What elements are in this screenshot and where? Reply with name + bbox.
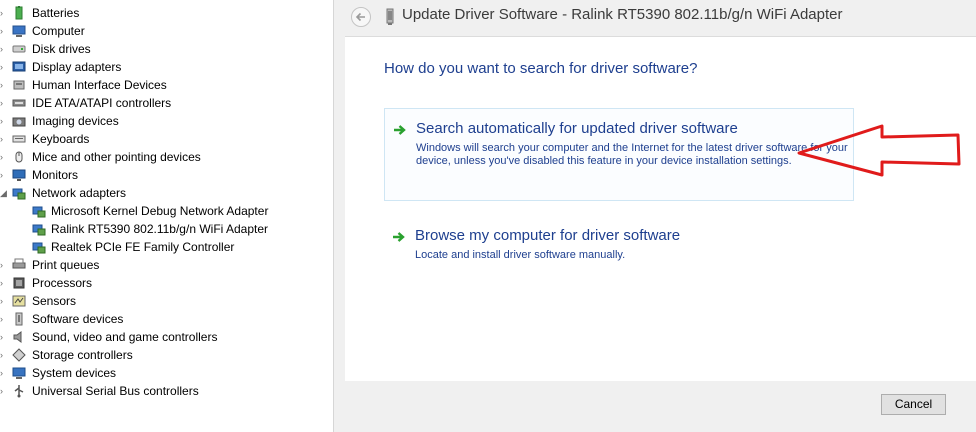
expand-arrow-icon[interactable]: › bbox=[0, 346, 10, 364]
option-description: Locate and install driver software manua… bbox=[415, 249, 626, 261]
mouse-icon bbox=[12, 150, 26, 164]
expand-arrow-icon[interactable]: › bbox=[0, 382, 10, 400]
software-device-icon bbox=[12, 312, 26, 326]
tree-item-label: Universal Serial Bus controllers bbox=[32, 384, 199, 398]
dialog-question: How do you want to search for driver sof… bbox=[384, 60, 698, 77]
expand-arrow-icon[interactable]: › bbox=[0, 148, 10, 166]
back-arrow-icon bbox=[355, 12, 365, 22]
dialog-title: Update Driver Software - Ralink RT5390 8… bbox=[402, 6, 843, 23]
tree-item-label: Storage controllers bbox=[32, 348, 133, 362]
tree-item-label: Software devices bbox=[32, 312, 124, 326]
storage-controller-icon bbox=[12, 348, 26, 362]
tree-item-label: Ralink RT5390 802.11b/g/n WiFi Adapter bbox=[51, 222, 269, 236]
tree-item-label: Realtek PCIe FE Family Controller bbox=[51, 240, 235, 254]
tree-item-label: Imaging devices bbox=[32, 114, 119, 128]
network-adapter-icon bbox=[32, 240, 46, 254]
option-description: Windows will search your computer and th… bbox=[416, 142, 848, 167]
network-adapter-icon bbox=[12, 186, 26, 200]
green-arrow-icon bbox=[392, 230, 406, 248]
display-adapter-icon bbox=[12, 60, 26, 74]
expand-arrow-icon[interactable]: › bbox=[0, 364, 10, 382]
cancel-button[interactable]: Cancel bbox=[881, 394, 946, 415]
dialog-title-bar: Update Driver Software - Ralink RT5390 8… bbox=[342, 0, 976, 36]
browse-computer-option[interactable]: Browse my computer for driver software L… bbox=[384, 215, 854, 271]
expand-arrow-icon[interactable]: › bbox=[0, 40, 10, 58]
ide-controller-icon bbox=[12, 96, 26, 110]
tree-item-label: Disk drives bbox=[32, 42, 91, 56]
update-driver-dialog: Update Driver Software - Ralink RT5390 8… bbox=[342, 0, 976, 432]
network-adapter-icon bbox=[385, 8, 395, 31]
expand-arrow-icon[interactable]: › bbox=[0, 292, 10, 310]
expand-arrow-icon[interactable]: › bbox=[0, 94, 10, 112]
option-title: Browse my computer for driver software bbox=[415, 227, 681, 244]
window-gap bbox=[334, 0, 342, 432]
tree-item-label: Microsoft Kernel Debug Network Adapter bbox=[51, 204, 269, 218]
tree-item-label: Sensors bbox=[32, 294, 77, 308]
tree-item-label: Keyboards bbox=[32, 132, 90, 146]
sensor-icon bbox=[12, 294, 26, 308]
expand-arrow-icon[interactable]: › bbox=[0, 76, 10, 94]
tree-item-label: IDE ATA/ATAPI controllers bbox=[32, 96, 172, 110]
expand-arrow-icon[interactable]: › bbox=[0, 130, 10, 148]
dialog-content: How do you want to search for driver sof… bbox=[345, 36, 976, 382]
tree-item-label: Display adapters bbox=[32, 60, 122, 74]
tree-item-label: Batteries bbox=[32, 6, 80, 20]
tree-item-label: Mice and other pointing devices bbox=[32, 150, 201, 164]
computer-icon bbox=[12, 24, 26, 38]
processor-icon bbox=[12, 276, 26, 290]
tree-item-label: Processors bbox=[32, 276, 93, 290]
network-adapter-icon bbox=[32, 204, 46, 218]
expand-arrow-icon[interactable]: › bbox=[0, 274, 10, 292]
expand-arrow-icon[interactable]: › bbox=[0, 112, 10, 130]
expand-arrow-icon[interactable]: › bbox=[0, 58, 10, 76]
usb-icon bbox=[12, 384, 26, 398]
device-tree: › Batteries › Computer › Disk drives › Display … bbox=[0, 0, 334, 432]
expand-arrow-icon[interactable]: › bbox=[0, 166, 10, 184]
monitor-icon bbox=[12, 168, 26, 182]
hid-icon bbox=[12, 78, 26, 92]
disk-drive-icon bbox=[12, 42, 26, 56]
battery-icon bbox=[12, 6, 26, 20]
expand-arrow-icon[interactable]: › bbox=[0, 4, 10, 22]
tree-item-label: Computer bbox=[32, 24, 85, 38]
expand-arrow-icon[interactable]: › bbox=[0, 328, 10, 346]
speaker-icon bbox=[12, 330, 26, 344]
system-device-icon bbox=[12, 366, 26, 380]
tree-item-label: Sound, video and game controllers bbox=[32, 330, 218, 344]
collapse-arrow-icon[interactable]: ◢ bbox=[0, 184, 10, 202]
expand-arrow-icon[interactable]: › bbox=[0, 22, 10, 40]
keyboard-icon bbox=[12, 132, 26, 146]
network-adapter-icon bbox=[32, 222, 46, 236]
dialog-footer: Cancel bbox=[342, 381, 976, 432]
tree-item-label: Monitors bbox=[32, 168, 79, 182]
option-title: Search automatically for updated driver … bbox=[416, 120, 738, 137]
tree-item-label: Print queues bbox=[32, 258, 100, 272]
green-arrow-icon bbox=[393, 123, 407, 141]
tree-item-label: Human Interface Devices bbox=[32, 78, 167, 92]
back-button[interactable] bbox=[351, 7, 371, 27]
camera-icon bbox=[12, 114, 26, 128]
tree-item-label: Network adapters bbox=[32, 186, 127, 200]
expand-arrow-icon[interactable]: › bbox=[0, 310, 10, 328]
printer-icon bbox=[12, 258, 26, 272]
expand-arrow-icon[interactable]: › bbox=[0, 256, 10, 274]
tree-item-label: System devices bbox=[32, 366, 117, 380]
search-automatically-option[interactable]: Search automatically for updated driver … bbox=[384, 108, 854, 201]
red-annotation-arrow-icon bbox=[797, 124, 961, 177]
